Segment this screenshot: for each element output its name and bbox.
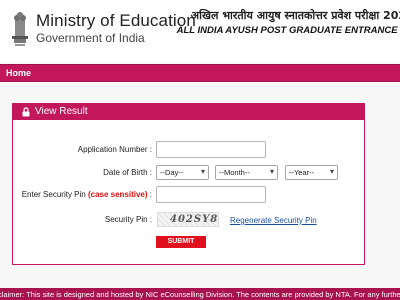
exam-title-hindi: अखिल भारतीय आयुष स्नातकोत्तर प्रवेश परीक… [190,9,400,22]
case-sensitive-note: (case sensitive) [87,190,148,199]
security-pin-input[interactable] [156,186,266,203]
dob-day-select[interactable]: --Day-- ▾ [156,165,209,180]
footer-text: claimer: This site is designed and hoste… [0,290,400,299]
pin-label-colon: : [147,190,152,199]
nav-home-link[interactable]: Home [6,68,31,78]
site-header: Ministry of Education Government of Indi… [0,0,400,62]
application-number-label: Application Number : [77,145,152,154]
national-emblem-icon [12,12,28,46]
ministry-title: Ministry of Education [36,11,196,30]
security-pin-entry-label: Enter Security Pin (case sensitive) : [20,190,152,199]
application-number-input[interactable] [156,141,266,158]
captcha-text: 402SY8 [170,214,219,225]
captcha-image: 402SY8 [157,212,219,227]
chevron-down-icon: ▾ [269,167,274,176]
dob-year-select[interactable]: --Year-- ▾ [285,165,338,180]
exam-title-english: ALL INDIA AYUSH POST GRADUATE ENTRANCE T [176,25,400,36]
navigation-bar: Home [0,64,400,82]
security-pin-label: Security Pin : [104,215,152,224]
panel-title: View Result [35,106,88,117]
footer-disclaimer: claimer: This site is designed and hoste… [0,288,400,300]
chevron-down-icon: ▾ [200,167,205,176]
regenerate-pin-link[interactable]: Regenerate Security Pin [230,216,317,225]
date-of-birth-label: Date of Birth : [103,168,152,177]
government-subtitle: Government of India [36,31,145,45]
dob-day-value: --Day-- [160,168,184,177]
lock-icon [22,107,30,117]
dob-month-value: --Month-- [219,168,250,177]
pin-label-text: Enter Security Pin [21,190,88,199]
submit-button[interactable]: SUBMIT [156,236,206,248]
panel-header: View Result [13,104,364,120]
dob-month-select[interactable]: --Month-- ▾ [215,165,278,180]
chevron-down-icon: ▾ [329,167,334,176]
dob-year-value: --Year-- [289,168,315,177]
